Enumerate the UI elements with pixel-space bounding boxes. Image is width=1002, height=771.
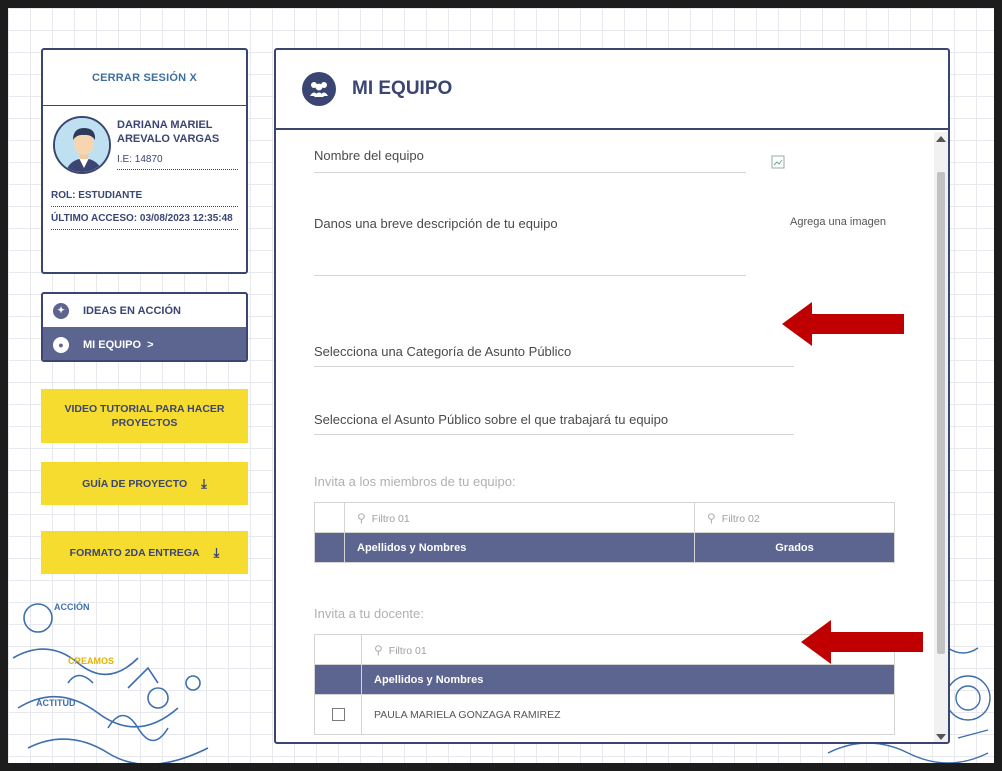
table-row[interactable]: PAULA MARIELA GONZAGA RAMIREZ: [314, 694, 895, 735]
invite-teacher-label: Invita a tu docente:: [314, 606, 424, 621]
download-icon: ⤓: [201, 475, 207, 491]
teacher-name: PAULA MARIELA GONZAGA RAMIREZ: [361, 694, 895, 735]
lightbulb-icon: ✦: [53, 302, 69, 319]
members-table: ⚲ Filtro 01 ⚲ Filtro 02 Apellidos y Nombre…: [314, 502, 895, 563]
search-icon: ⚲: [374, 642, 383, 657]
team-name-label: Nombre del equipo: [314, 148, 424, 163]
format-2nd-delivery-button[interactable]: FORMATO 2DA ENTREGA ⤓: [41, 531, 248, 574]
video-tutorial-button[interactable]: VIDEO TUTORIAL PARA HACER PROYECTOS: [41, 389, 248, 443]
user-row: DARIANA MARIEL AREVALO VARGAS I.E: 14870: [43, 106, 246, 184]
filter-placeholder: Filtro 01: [388, 644, 427, 657]
doodle-word: ACCIÓN: [54, 601, 90, 612]
column-header-names[interactable]: Apellidos y Nombres: [344, 532, 695, 563]
main-header: MI EQUIPO: [276, 50, 948, 130]
add-image-link[interactable]: Agrega una imagen: [790, 216, 886, 228]
doodle-word: ACTITUD: [36, 698, 76, 708]
scroll-up-icon[interactable]: [936, 136, 946, 142]
broken-image-icon[interactable]: [771, 155, 785, 169]
category-select[interactable]: Selecciona una Categoría de Asunto Públi…: [314, 344, 571, 359]
vertical-scrollbar[interactable]: [934, 132, 948, 742]
download-icon: ⤓: [213, 544, 220, 560]
user-name: DARIANA MARIEL AREVALO VARGAS: [117, 119, 220, 145]
user-avatar: [53, 116, 111, 174]
filter-02-input[interactable]: ⚲ Filtro 02: [694, 502, 895, 533]
last-access: ÚLTIMO ACCESO: 03/08/2023 12:35:48: [51, 207, 238, 230]
scroll-thumb[interactable]: [937, 172, 945, 654]
table-cell: [314, 634, 362, 665]
description-input[interactable]: [314, 275, 746, 276]
search-icon: ⚲: [357, 510, 366, 525]
format-2nd-label: FORMATO 2DA ENTREGA: [69, 546, 200, 559]
team-name-input[interactable]: [314, 172, 746, 173]
filter-placeholder: Filtro 01: [371, 512, 410, 525]
user-role: ROL: ESTUDIANTE: [51, 184, 238, 207]
red-arrow-icon: [801, 620, 923, 664]
nav-item-label: IDEAS EN ACCIÓN: [83, 304, 181, 317]
select-checkbox[interactable]: [331, 708, 345, 721]
doodle-illustration: ACCIÓN CREAMOS ACTITUD: [12, 601, 209, 763]
search-icon: ⚲: [707, 510, 716, 525]
logout-button[interactable]: CERRAR SESIÓN X: [43, 50, 246, 106]
table-cell: [314, 664, 362, 695]
project-guide-label: GUÍA DE PROYECTO: [82, 477, 188, 490]
category-select-line: [314, 366, 794, 367]
description-label: Danos una breve descripción de tu equipo: [314, 216, 558, 231]
nav-item-ideas-en-accion[interactable]: ✦ IDEAS EN ACCIÓN: [43, 294, 246, 327]
invite-members-label: Invita a los miembros de tu equipo:: [314, 474, 516, 489]
profile-card: CERRAR SESIÓN X DARIANA MARIEL AREVALO V…: [41, 48, 248, 274]
nav-item-mi-equipo[interactable]: ● MI EQUIPO >: [43, 327, 246, 360]
column-header-names[interactable]: Apellidos y Nombres: [361, 664, 895, 695]
scroll-down-icon[interactable]: [936, 734, 946, 740]
video-tutorial-label: VIDEO TUTORIAL PARA HACER PROYECTOS: [64, 403, 225, 429]
project-guide-button[interactable]: GUÍA DE PROYECTO ⤓: [41, 462, 248, 505]
main-panel: MI EQUIPO Nombre del equipo Agrega una i…: [274, 48, 950, 744]
team-icon: ●: [53, 336, 69, 353]
page-title: MI EQUIPO: [352, 78, 453, 99]
red-arrow-icon: [782, 302, 904, 346]
filter-01-input[interactable]: ⚲ Filtro 01: [344, 502, 695, 533]
table-cell: [314, 502, 345, 533]
user-school: I.E: 14870: [117, 154, 238, 170]
public-issue-select[interactable]: Selecciona el Asunto Público sobre el qu…: [314, 412, 668, 427]
table-cell: [314, 532, 345, 563]
browser-viewport: CERRAR SESIÓN X DARIANA MARIEL AREVALO V…: [8, 8, 994, 763]
column-header-grades[interactable]: Grados: [694, 532, 895, 563]
public-issue-select-line: [314, 434, 794, 435]
nav-menu: ✦ IDEAS EN ACCIÓN ● MI EQUIPO >: [41, 292, 248, 362]
red-arrow-icon: [801, 740, 923, 744]
doodle-word: CREAMOS: [68, 656, 114, 666]
filter-placeholder: Filtro 02: [721, 512, 760, 525]
team-icon: [302, 72, 336, 106]
nav-item-label: MI EQUIPO >: [83, 338, 154, 351]
row-checkbox-cell: [314, 694, 362, 735]
team-form: Nombre del equipo Agrega una imagen Dano…: [276, 132, 936, 744]
